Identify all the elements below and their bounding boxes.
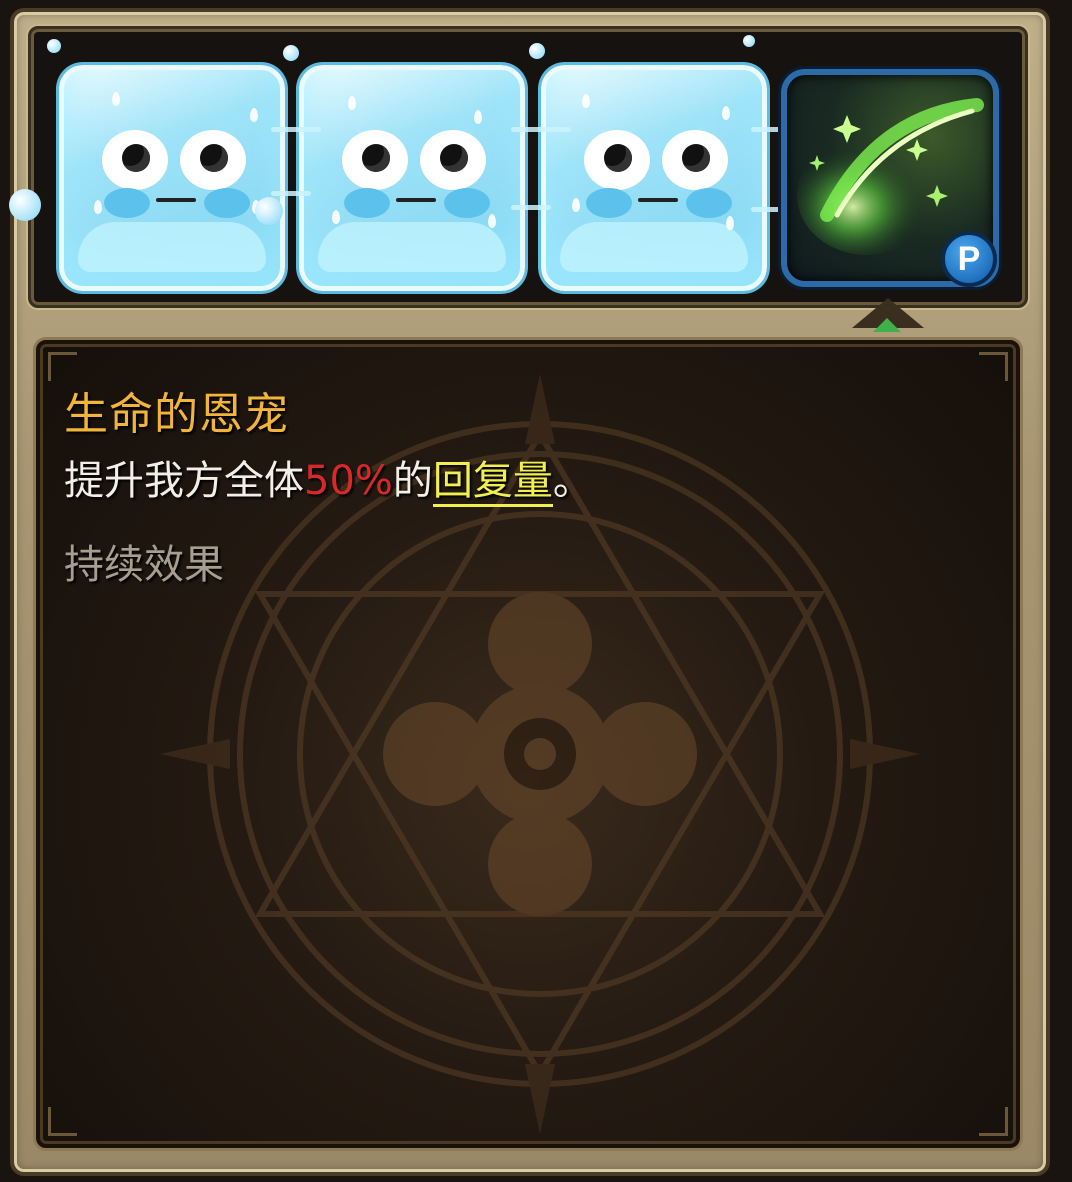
eye-icon xyxy=(662,130,728,190)
frost-streak xyxy=(511,127,571,132)
mouth xyxy=(396,198,436,202)
skill-description: 提升我方全体50%的回复量。 xyxy=(64,448,593,507)
blush xyxy=(204,188,250,218)
water-drop-icon xyxy=(582,94,590,108)
eye-icon xyxy=(102,130,168,190)
passive-badge: P xyxy=(941,231,997,287)
bubble xyxy=(529,43,545,59)
blush xyxy=(444,188,490,218)
effect-type-label: 持续效果 xyxy=(64,542,224,588)
water-drop-icon xyxy=(348,96,356,110)
water-drop-icon xyxy=(726,216,734,230)
water-drop-icon xyxy=(250,108,258,122)
ice-block-slot-3[interactable] xyxy=(541,65,767,291)
desc-prefix: 提升我方全体 xyxy=(64,458,304,504)
skill-slot-bar: P xyxy=(9,26,1028,308)
frost-streak xyxy=(511,205,551,210)
bubble xyxy=(47,39,61,53)
keyword-link[interactable]: 回复量 xyxy=(432,458,553,507)
eye-icon xyxy=(420,130,486,190)
skill-name: 生命的恩宠 xyxy=(64,389,289,440)
panel-corner xyxy=(48,1107,77,1136)
desc-suffix: 。 xyxy=(552,458,593,504)
blush xyxy=(686,188,732,218)
mouth xyxy=(638,198,678,202)
skill-info-panel: 生命的恩宠 提升我方全体50%的回复量。 持续效果 xyxy=(36,340,1020,1148)
selection-pointer-arrow-icon xyxy=(873,318,901,332)
mouth xyxy=(156,198,196,202)
ice-highlight xyxy=(318,222,506,272)
blush xyxy=(586,188,632,218)
blush xyxy=(344,188,390,218)
frost-streak xyxy=(271,191,311,196)
panel-corner xyxy=(979,352,1008,381)
desc-mid: 的 xyxy=(392,458,433,504)
water-drop-icon xyxy=(572,198,580,212)
blush xyxy=(104,188,150,218)
bubble xyxy=(255,197,283,225)
desc-value: 50% xyxy=(304,458,393,504)
skill-slot-life-grace[interactable]: P xyxy=(781,69,999,287)
water-drop-icon xyxy=(722,106,730,120)
ice-block-slot-1[interactable] xyxy=(59,65,285,291)
bubble xyxy=(743,35,755,47)
ice-highlight xyxy=(78,222,266,272)
water-drop-icon xyxy=(474,110,482,124)
bubble xyxy=(283,45,299,61)
panel-corner xyxy=(48,352,77,381)
ice-block-slot-2[interactable] xyxy=(299,65,525,291)
ice-highlight xyxy=(560,222,748,272)
water-drop-icon xyxy=(488,214,496,228)
bubble xyxy=(9,189,41,221)
eye-icon xyxy=(584,130,650,190)
water-drop-icon xyxy=(94,200,102,214)
eye-icon xyxy=(342,130,408,190)
panel-corner xyxy=(979,1107,1008,1136)
water-drop-icon xyxy=(112,92,120,106)
frost-streak xyxy=(271,127,321,132)
water-drop-icon xyxy=(332,210,340,224)
eye-icon xyxy=(180,130,246,190)
